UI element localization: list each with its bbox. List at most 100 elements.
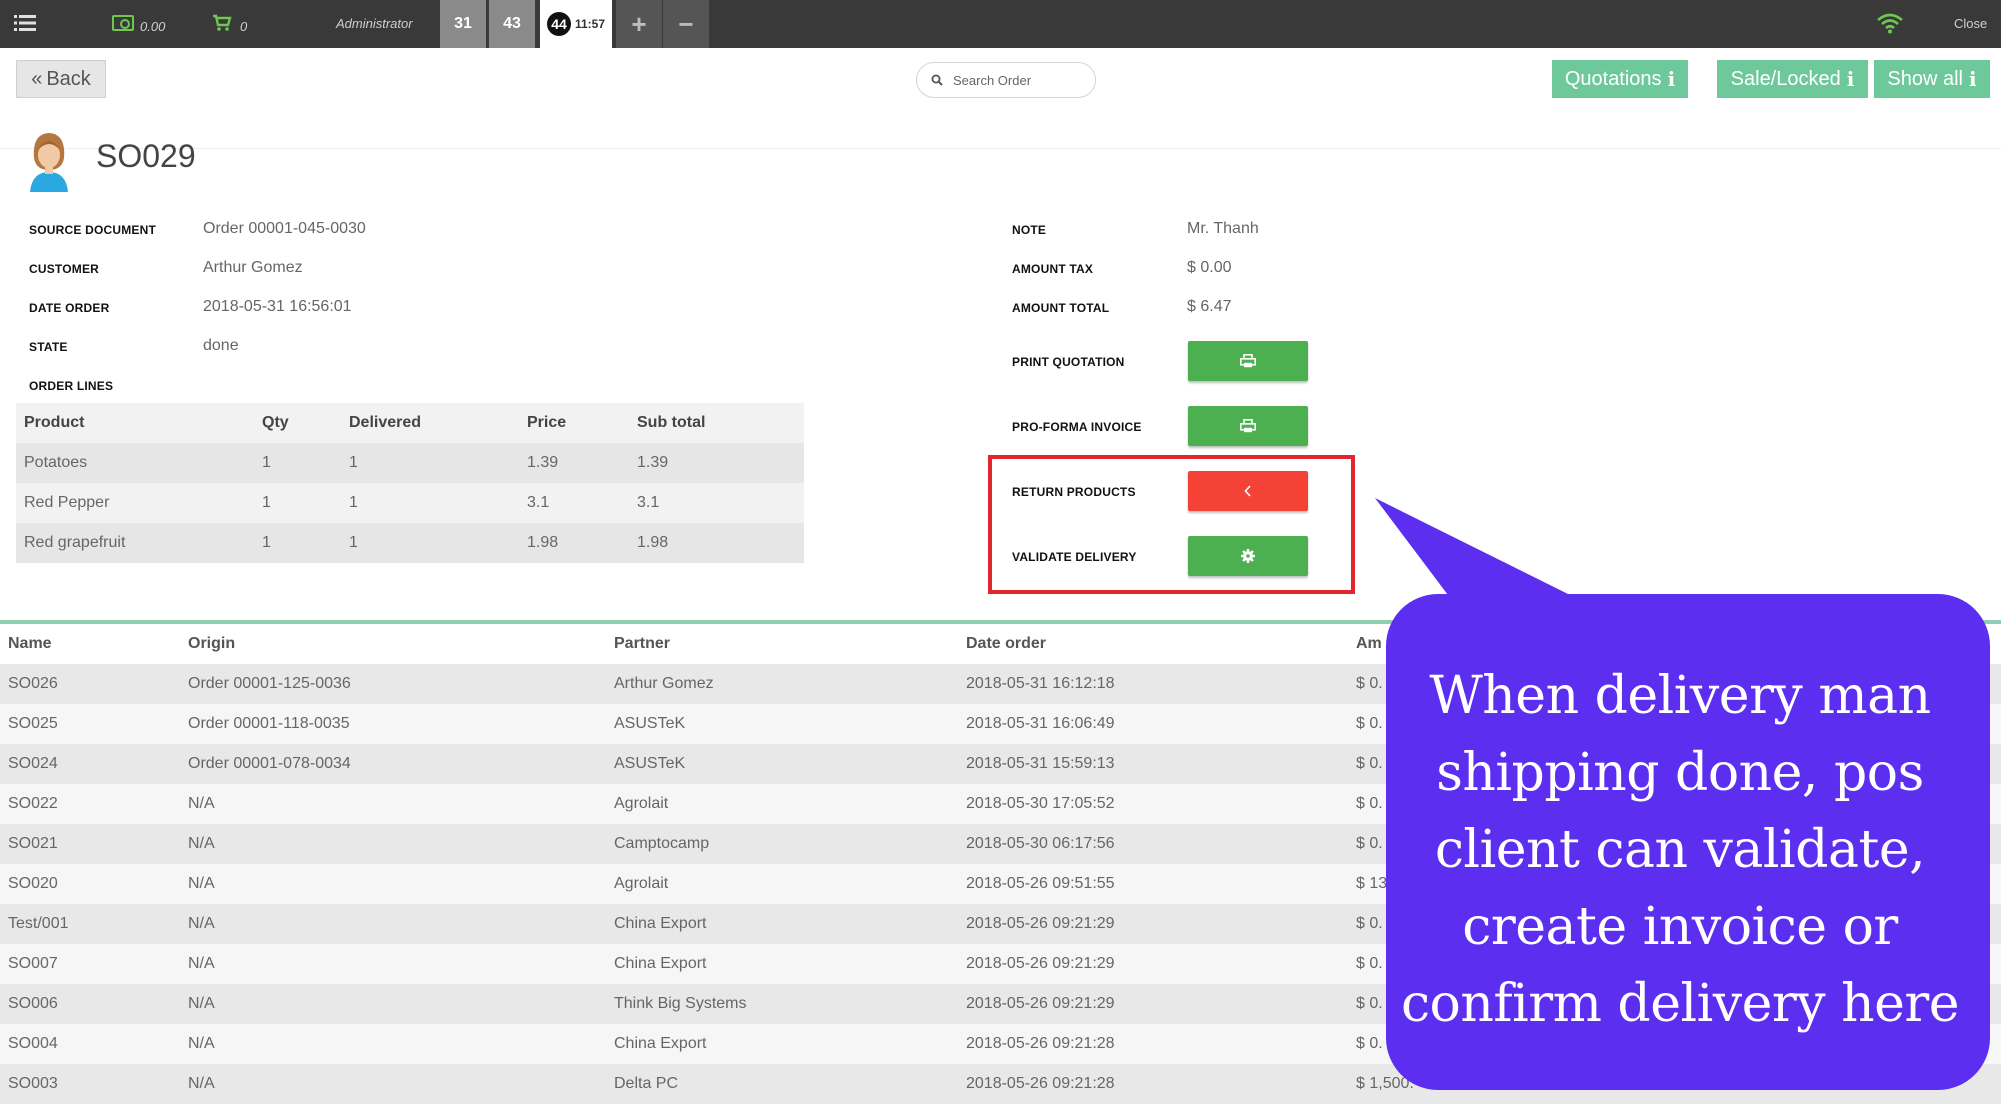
callout-line: shipping done, pos [1436, 742, 1924, 803]
date-cell: 2018-05-30 17:05:52 [966, 795, 1115, 812]
back-button[interactable]: « Back [16, 60, 106, 98]
print-quotation-button[interactable] [1188, 341, 1308, 381]
order-tab-active[interactable]: 44 11:57 [540, 0, 612, 48]
field-label: AMOUNT TOTAL [1012, 301, 1110, 315]
column-header: Origin [188, 635, 236, 652]
cash-icon[interactable] [112, 15, 134, 31]
column-header: Partner [614, 635, 671, 652]
origin-cell: N/A [188, 875, 215, 892]
name-cell: SO003 [8, 1075, 58, 1092]
delivered-cell: 1 [349, 534, 358, 551]
date-cell: 2018-05-26 09:21:29 [966, 915, 1115, 932]
order-tab-number: 44 [546, 12, 571, 36]
partner-cell: ASUSTeK [614, 715, 686, 732]
order-name: SO029 [96, 138, 196, 174]
delivered-cell: 1 [349, 494, 358, 511]
close-button[interactable]: Close [1954, 16, 1987, 31]
sale-locked-button[interactable]: Sale/Locked i [1717, 60, 1868, 98]
price-cell: 3.1 [527, 494, 550, 511]
partner-cell: Delta PC [614, 1075, 679, 1092]
order-tab[interactable]: 43 [489, 0, 535, 48]
origin-cell: N/A [188, 795, 215, 812]
delivered-cell: 1 [349, 454, 358, 471]
info-icon: i [1667, 67, 1676, 91]
note-value: Mr. Thanh [1187, 220, 1259, 237]
name-cell: SO024 [8, 755, 58, 772]
order-lines-table: Product Qty Delivered Price Sub total Po… [16, 403, 804, 563]
cart-count: 0 [240, 19, 248, 34]
column-header: Product [24, 414, 85, 431]
date-cell: 2018-05-26 09:21:29 [966, 995, 1115, 1012]
table-header-row: Product Qty Delivered Price Sub total [16, 403, 804, 443]
column-header: Delivered [349, 414, 422, 431]
double-chevron-left-icon: « [31, 67, 43, 90]
table-row: Red Pepper 1 1 3.1 3.1 [16, 483, 804, 523]
add-order-button[interactable]: + [616, 0, 662, 48]
origin-cell: N/A [188, 995, 215, 1012]
origin-cell: N/A [188, 1035, 215, 1052]
product-cell: Red Pepper [24, 494, 110, 511]
name-cell: SO026 [8, 675, 58, 692]
date-cell: 2018-05-31 15:59:13 [966, 755, 1115, 772]
partner-cell: Agrolait [614, 875, 669, 892]
date-order-value: 2018-05-31 16:56:01 [203, 298, 352, 315]
table-row: Potatoes 1 1 1.39 1.39 [16, 443, 804, 483]
remove-order-button[interactable]: − [663, 0, 709, 48]
partner-cell: Think Big Systems [614, 995, 747, 1012]
qty-cell: 1 [262, 494, 271, 511]
origin-cell: N/A [188, 955, 215, 972]
back-label: Back [46, 67, 91, 90]
customer-avatar [30, 133, 68, 192]
subtotal-cell: 3.1 [637, 494, 660, 511]
field-label: NOTE [1012, 223, 1047, 237]
highlight-frame [988, 455, 1355, 594]
name-cell: Test/001 [8, 915, 69, 932]
callout-line: When delivery man [1429, 665, 1931, 726]
name-cell: SO022 [8, 795, 58, 812]
qty-cell: 1 [262, 454, 271, 471]
quotations-button[interactable]: Quotations i [1552, 60, 1688, 98]
origin-cell: Order 00001-118-0035 [188, 715, 350, 732]
show-all-button[interactable]: Show all i [1874, 60, 1990, 98]
pro-forma-invoice-label: PRO-FORMA INVOICE [1012, 420, 1142, 434]
list-menu-icon[interactable] [14, 14, 36, 32]
amount-total-value: $ 6.47 [1187, 298, 1232, 315]
partner-cell: China Export [614, 915, 707, 932]
order-tab[interactable]: 31 [440, 0, 486, 48]
partner-cell: China Export [614, 1035, 707, 1052]
date-cell: 2018-05-30 06:17:56 [966, 835, 1115, 852]
search-box[interactable] [916, 62, 1096, 98]
name-cell: SO007 [8, 955, 58, 972]
partner-cell: Arthur Gomez [614, 675, 714, 692]
sale-locked-label: Sale/Locked [1730, 67, 1841, 90]
header-divider [0, 148, 2001, 149]
date-cell: 2018-05-26 09:21:28 [966, 1035, 1115, 1052]
pro-forma-invoice-button[interactable] [1188, 406, 1308, 446]
field-label: STATE [29, 340, 68, 354]
date-cell: 2018-05-31 16:12:18 [966, 675, 1115, 692]
callout-text: When delivery man shipping done, pos cli… [1390, 650, 1970, 1050]
column-header: Sub total [637, 414, 706, 431]
search-input[interactable] [953, 72, 1073, 88]
cart-icon[interactable] [212, 14, 232, 32]
name-cell: SO025 [8, 715, 58, 732]
source-document-value: Order 00001-045-0030 [203, 220, 366, 237]
subtotal-cell: 1.98 [637, 534, 669, 551]
user-name: Administrator [336, 16, 413, 31]
table-row: Red grapefruit 1 1 1.98 1.98 [16, 523, 804, 563]
quotations-label: Quotations [1564, 67, 1662, 90]
info-icon: i [1846, 67, 1855, 91]
partner-cell: Camptocamp [614, 835, 710, 852]
callout-line: confirm delivery here [1400, 973, 1960, 1034]
name-cell: SO006 [8, 995, 58, 1012]
subtotal-cell: 1.39 [637, 454, 669, 471]
name-cell: SO004 [8, 1035, 58, 1052]
name-cell: SO021 [8, 835, 58, 852]
field-label: DATE ORDER [29, 301, 110, 315]
field-label: CUSTOMER [29, 262, 100, 276]
cash-amount: 0.00 [140, 19, 166, 34]
order-tab-time: 11:57 [574, 17, 606, 31]
column-header: Price [527, 414, 567, 431]
origin-cell: N/A [188, 1075, 215, 1092]
customer-value: Arthur Gomez [203, 259, 303, 276]
